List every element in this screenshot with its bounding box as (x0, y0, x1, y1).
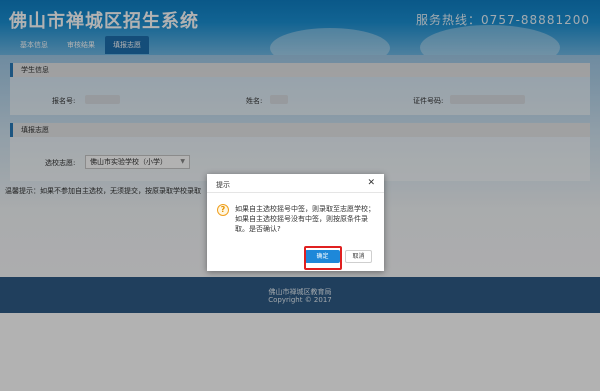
cancel-button[interactable]: 取消 (345, 250, 372, 263)
dialog-header: 提示 ✕ (207, 174, 384, 193)
confirm-dialog: 提示 ✕ ? 如果自主选校摇号中签，则录取至志愿学校；如果自主选校摇号没有中签，… (207, 174, 384, 271)
question-icon: ? (217, 204, 229, 216)
confirm-button-highlight (304, 246, 342, 270)
close-icon[interactable]: ✕ (367, 178, 375, 188)
dialog-message: 如果自主选校摇号中签，则录取至志愿学校；如果自主选校摇号没有中签，则按原条件录取… (235, 205, 375, 233)
dialog-title: 提示 (216, 181, 230, 189)
